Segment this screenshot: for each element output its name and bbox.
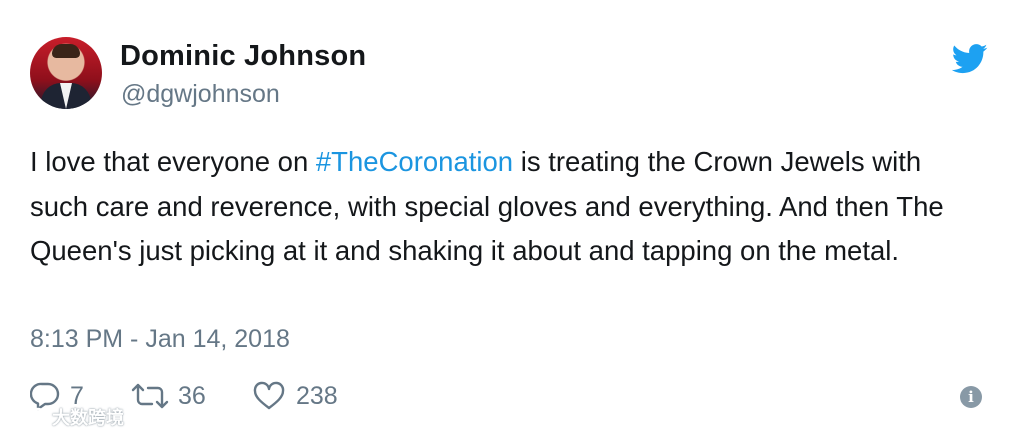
twitter-bird-icon[interactable] [951, 44, 988, 74]
like-button[interactable]: 238 [252, 378, 338, 414]
watermark-logo [6, 407, 46, 424]
author-handle[interactable]: @dgwjohnson [121, 80, 280, 109]
retweet-count: 36 [178, 381, 206, 410]
heart-icon [252, 381, 286, 411]
watermark-text: 大数跨境 [52, 408, 124, 428]
retweet-icon [130, 381, 170, 411]
author-name[interactable]: Dominic Johnson [120, 40, 366, 73]
like-count: 238 [296, 381, 338, 410]
avatar[interactable] [30, 37, 102, 109]
tweet-text-start: I love that everyone on [30, 146, 316, 177]
tweet-card: Dominic Johnson @dgwjohnson I love that … [0, 0, 1028, 438]
tweet-text: I love that everyone on #TheCoronation i… [30, 140, 980, 274]
retweet-button[interactable]: 36 [130, 378, 206, 414]
info-icon[interactable]: i [960, 386, 982, 408]
tweet-timestamp[interactable]: 8:13 PM - Jan 14, 2018 [30, 325, 290, 354]
avatar-hair [52, 44, 80, 58]
hashtag-link[interactable]: #TheCoronation [316, 146, 513, 177]
watermark: 大数跨境 [4, 404, 124, 430]
